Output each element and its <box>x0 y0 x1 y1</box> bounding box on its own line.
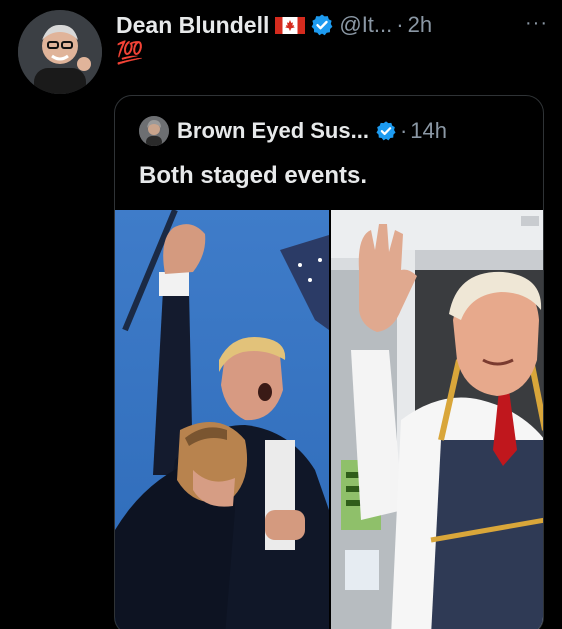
media-image-left[interactable] <box>115 210 329 629</box>
quoted-post-header: Brown Eyed Sus... · 14h <box>139 116 447 146</box>
author-avatar[interactable] <box>18 10 102 94</box>
quoted-author-name[interactable]: Brown Eyed Sus... <box>177 118 369 144</box>
post-header: Dean Blundell @It... · 2h ··· <box>116 10 548 40</box>
quoted-post-timestamp[interactable]: 14h <box>410 118 447 144</box>
author-name[interactable]: Dean Blundell <box>116 12 269 39</box>
quoted-post-media[interactable] <box>115 210 543 629</box>
verified-badge-icon <box>310 13 334 37</box>
more-options-icon[interactable]: ··· <box>525 12 548 35</box>
canada-flag-icon <box>275 16 306 34</box>
author-handle[interactable]: @It... <box>339 12 392 38</box>
media-image-right[interactable] <box>331 210 543 629</box>
verified-badge-icon <box>375 120 397 142</box>
separator-dot: · <box>396 12 404 37</box>
quoted-post-card[interactable]: Brown Eyed Sus... · 14h Both staged even… <box>114 95 544 629</box>
separator-dot: · <box>399 118 408 143</box>
quoted-author-avatar[interactable] <box>139 116 169 146</box>
post-timestamp[interactable]: 2h <box>408 12 432 38</box>
post-text: 💯 <box>116 40 144 65</box>
quoted-post-text: Both staged events. <box>139 162 368 189</box>
